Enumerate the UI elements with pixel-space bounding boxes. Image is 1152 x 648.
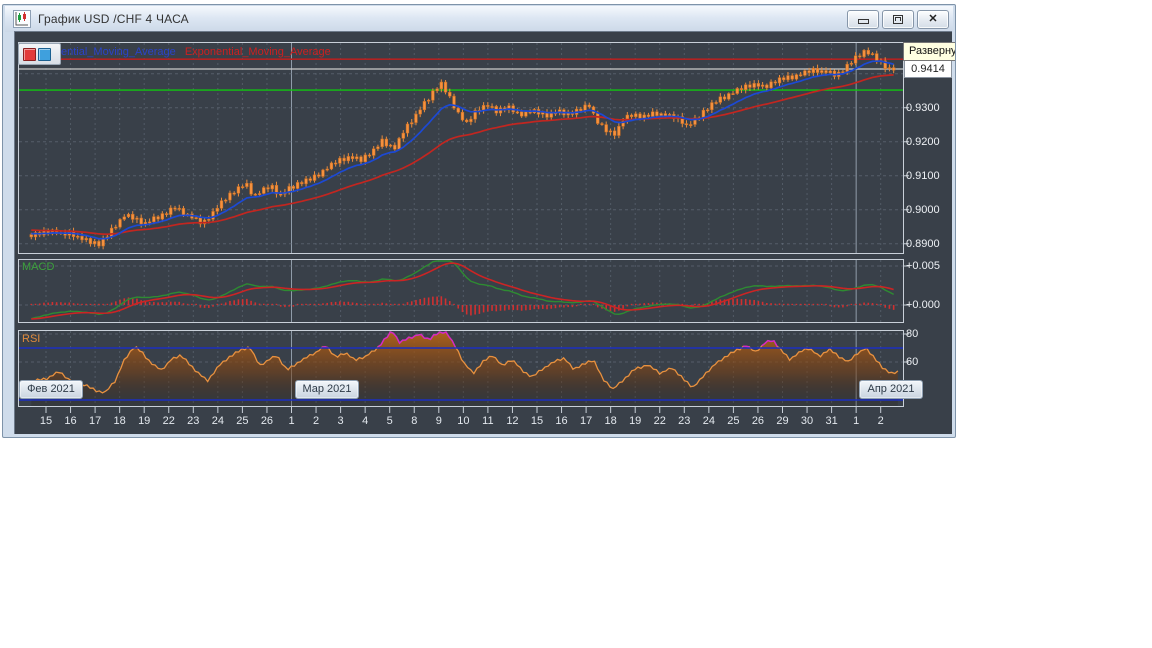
app-window: График USD /CHF 4 ЧАСА ✕ ential_Moving_A… [2, 4, 956, 438]
x-axis-label: 5 [378, 414, 402, 428]
maximize-tooltip: Развернуть [903, 42, 956, 61]
x-axis-label: 1 [280, 414, 304, 428]
x-axis-label: 17 [574, 414, 598, 428]
close-button[interactable]: ✕ [917, 10, 949, 29]
blue-indicator-button[interactable] [38, 48, 51, 61]
restore-button[interactable] [882, 10, 914, 29]
x-axis-label: 4 [353, 414, 377, 428]
x-axis-label: 19 [132, 414, 156, 428]
macd-axis-label: +0.000 [906, 298, 956, 312]
x-axis-label: 15 [34, 414, 58, 428]
x-axis-label: 17 [83, 414, 107, 428]
x-axis-label: 8 [402, 414, 426, 428]
x-axis-label: 22 [157, 414, 181, 428]
rsi-axis-label: 80 [906, 327, 956, 341]
title-bar[interactable]: График USD /CHF 4 ЧАСА ✕ [5, 6, 953, 32]
candlestick-chart-icon [13, 10, 31, 28]
chart-plot[interactable] [15, 32, 952, 434]
x-axis-label: 1 [844, 414, 868, 428]
x-axis-label: 9 [427, 414, 451, 428]
x-axis-label: 25 [230, 414, 254, 428]
legend-ema-red-label: Exponential_Moving_Average [185, 46, 331, 58]
window-controls: ✕ [844, 10, 949, 29]
x-axis-label: 2 [304, 414, 328, 428]
restore-icon [893, 15, 903, 24]
x-axis-label: 3 [329, 414, 353, 428]
x-axis-label: 26 [746, 414, 770, 428]
x-axis-label: 2 [869, 414, 893, 428]
rsi-title: RSI [22, 333, 40, 346]
x-axis-label: 15 [525, 414, 549, 428]
desktop: График USD /CHF 4 ЧАСА ✕ ential_Moving_A… [0, 0, 1152, 648]
x-axis-label: 25 [721, 414, 745, 428]
x-axis-label: 11 [476, 414, 500, 428]
rsi-axis-label: 60 [906, 355, 956, 369]
minimize-icon [858, 19, 869, 24]
current-price-marker: 0.9414 [904, 60, 952, 78]
indicator-buttons-chip [18, 43, 61, 65]
x-axis-label: 18 [599, 414, 623, 428]
x-axis-label: 31 [820, 414, 844, 428]
close-icon: ✕ [928, 14, 937, 25]
legend: ential_Moving_Average Exponential_Moving… [61, 45, 331, 59]
window-title: График USD /CHF 4 ЧАСА [38, 12, 189, 26]
x-axis-label: 26 [255, 414, 279, 428]
x-axis-label: 16 [550, 414, 574, 428]
price-axis-label: 0.9300 [906, 101, 956, 115]
x-axis-label: 19 [623, 414, 647, 428]
macd-title: MACD [22, 261, 54, 274]
minimize-button[interactable] [847, 10, 879, 29]
price-axis-label: 0.9200 [906, 135, 956, 149]
macd-axis-label: +0.005 [906, 259, 956, 273]
x-axis-label: 18 [108, 414, 132, 428]
price-axis-label: 0.9000 [906, 203, 956, 217]
x-axis-label: 22 [648, 414, 672, 428]
x-axis-label: 30 [795, 414, 819, 428]
red-indicator-button[interactable] [23, 48, 36, 61]
price-axis-label: 0.9100 [906, 169, 956, 183]
month-chip-apr[interactable]: Апр 2021 [859, 380, 923, 399]
month-chip-mar[interactable]: Мар 2021 [295, 380, 359, 399]
month-chip-feb[interactable]: Фев 2021 [19, 380, 83, 399]
x-axis-label: 10 [451, 414, 475, 428]
x-axis-label: 16 [59, 414, 83, 428]
x-axis-label: 24 [697, 414, 721, 428]
x-axis-label: 29 [771, 414, 795, 428]
x-axis-label: 23 [181, 414, 205, 428]
chart-client-area: ential_Moving_Average Exponential_Moving… [14, 31, 952, 434]
x-axis-label: 12 [500, 414, 524, 428]
x-axis-label: 23 [672, 414, 696, 428]
x-axis-label: 24 [206, 414, 230, 428]
legend-ema-blue-label: ential_Moving_Average [61, 46, 176, 58]
price-axis-label: 0.8900 [906, 237, 956, 251]
